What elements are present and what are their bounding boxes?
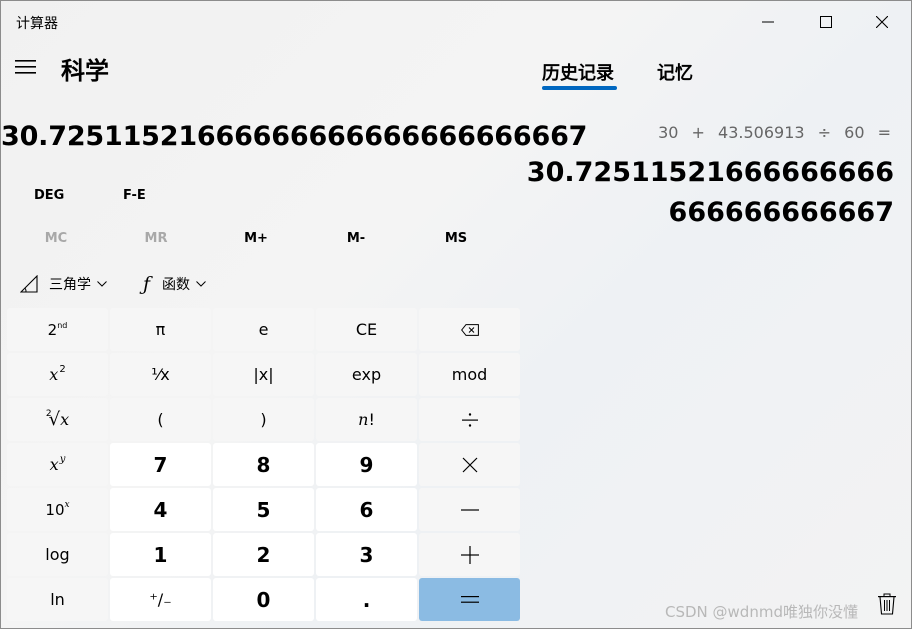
maximize-button[interactable] [797,1,855,43]
maximize-icon [820,16,832,28]
keypad: 2nd π e CE x2 ¹⁄x |x| exp mod 2 √ x ( ) n… [7,308,520,624]
pi-button[interactable]: π [110,308,211,351]
backspace-icon [460,323,479,336]
minimize-button[interactable] [739,1,797,43]
memory-add-button[interactable]: M+ [206,231,306,246]
reciprocal-button[interactable]: ¹⁄x [110,353,211,396]
memory-clear-button[interactable]: MC [6,231,106,246]
clear-history-button[interactable] [877,593,899,617]
power-button[interactable]: xy [7,443,108,486]
app-title: 计算器 [16,16,58,32]
right-paren-button[interactable]: ) [213,398,314,441]
exponent-2-glyph: 2 [59,364,66,375]
trigonometry-dropdown[interactable]: 三角学 [20,273,107,295]
x-glyph: x [49,455,59,474]
calculator-window: 计算器 科学 历史记录 记忆 30.7251152166666666666666… [0,0,912,629]
negate-button[interactable]: ⁺/₋ [110,578,211,621]
subtract-button[interactable] [419,488,520,531]
digit-3-button[interactable]: 3 [316,533,417,576]
digit-9-button[interactable]: 9 [316,443,417,486]
digit-6-button[interactable]: 6 [316,488,417,531]
exp-button[interactable]: exp [316,353,417,396]
digit-0-button[interactable]: 0 [213,578,314,621]
title-bar: 计算器 [1,1,911,43]
watermark-text: CSDN @wdnmd唯独你没懂 [665,603,858,621]
ln-button[interactable]: ln [7,578,108,621]
decimal-button[interactable]: . [316,578,417,621]
close-button[interactable] [853,1,911,43]
history-expression[interactable]: 30 + 43.506913 ÷ 60 = [658,123,891,142]
hamburger-icon [15,60,36,74]
square-button[interactable]: x2 [7,353,108,396]
history-result[interactable]: 30.72511521666666666666666666667 [521,153,894,233]
square-root-button[interactable]: 2 √ x [7,398,108,441]
active-tab-indicator [542,86,617,90]
backspace-button[interactable] [419,308,520,351]
exponent-y-glyph: y [59,454,66,465]
left-paren-button[interactable]: ( [110,398,211,441]
digit-5-button[interactable]: 5 [213,488,314,531]
mod-button[interactable]: mod [419,353,520,396]
x-glyph: x [49,365,59,384]
absolute-value-button[interactable]: |x| [213,353,314,396]
fe-notation-button[interactable]: F-E [123,188,146,203]
function-dropdown[interactable]: ƒ 函数 [143,273,206,295]
hamburger-menu-button[interactable] [15,59,39,77]
digit-8-button[interactable]: 8 [213,443,314,486]
excl-glyph: ! [368,410,375,429]
divide-icon [461,412,478,427]
function-label: 函数 [162,277,191,293]
minimize-icon [762,21,774,23]
digit-2-button[interactable]: 2 [213,533,314,576]
digit-7-button[interactable]: 7 [110,443,211,486]
tab-memory[interactable]: 记忆 [657,59,693,85]
divide-button[interactable] [419,398,520,441]
minus-icon [460,508,479,511]
tab-history[interactable]: 历史记录 [542,59,614,85]
trigonometry-label: 三角学 [49,277,91,293]
e-button[interactable]: e [213,308,314,351]
function-f-icon: ƒ [143,273,151,295]
plus-icon [460,545,479,564]
memory-store-button[interactable]: MS [406,231,506,246]
trash-icon [878,593,896,615]
multiply-button[interactable] [419,443,520,486]
equals-button[interactable] [419,578,520,621]
clear-entry-button[interactable]: CE [316,308,417,351]
exponent-x-glyph: x [64,499,70,510]
n-glyph: n [358,410,369,429]
chevron-down-icon [196,281,206,287]
ten-power-button[interactable]: 10 x [7,488,108,531]
add-button[interactable] [419,533,520,576]
factorial-button[interactable]: n! [316,398,417,441]
digit-4-button[interactable]: 4 [110,488,211,531]
triangle-icon [20,275,38,293]
chevron-down-icon [97,281,107,287]
log-button[interactable]: log [7,533,108,576]
memory-recall-button[interactable]: MR [106,231,206,246]
second-function-button[interactable]: 2nd [7,308,108,351]
ten-glyph: 10 [45,500,65,519]
close-icon [876,16,888,28]
mode-title: 科学 [61,57,109,85]
memory-subtract-button[interactable]: M- [306,231,406,246]
digit-1-button[interactable]: 1 [110,533,211,576]
multiply-icon [462,457,477,472]
result-display: 30.72511521666666666666666666667 [1,121,588,152]
equals-icon [460,596,479,603]
angle-unit-button[interactable]: DEG [34,188,64,203]
